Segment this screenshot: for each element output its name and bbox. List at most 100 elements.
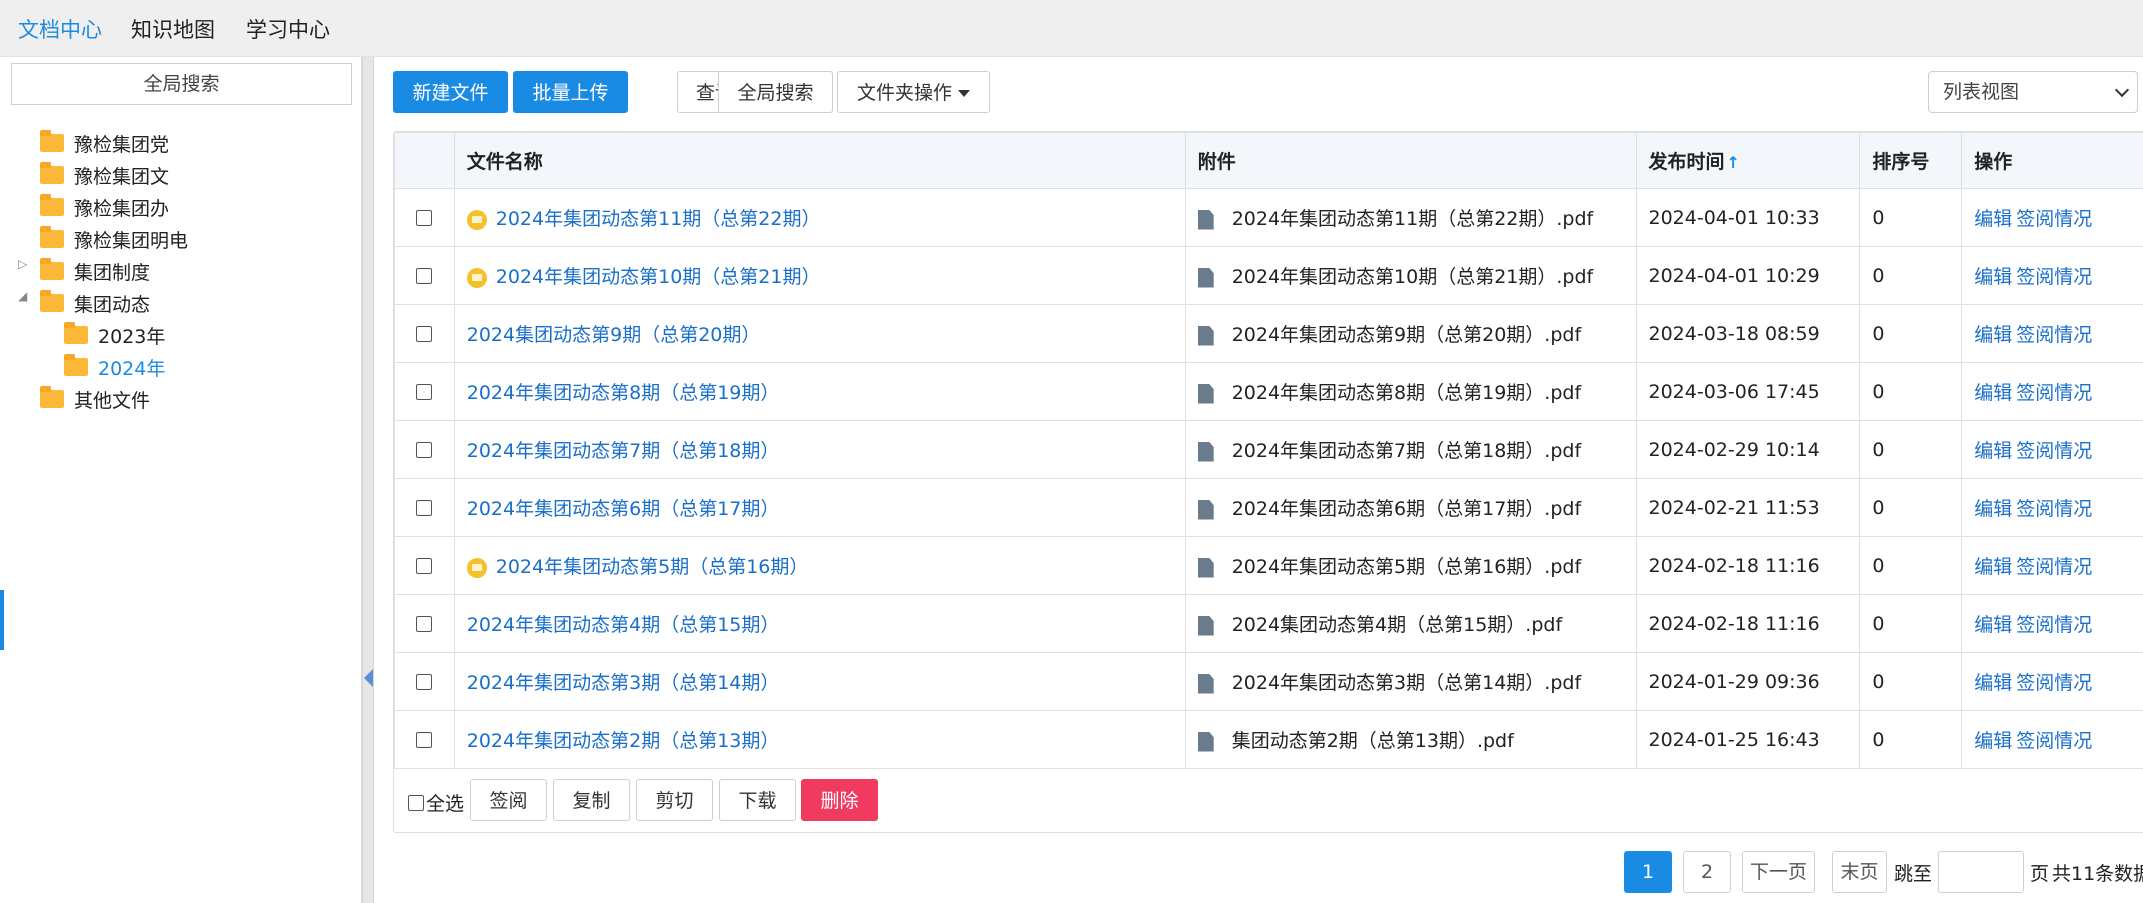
new-file-button[interactable]: 新建文件 — [393, 71, 508, 113]
tree-item-other-files[interactable]: 其他文件 — [40, 385, 150, 413]
expand-toggle-icon[interactable]: ▷ — [18, 257, 27, 271]
cut-button[interactable]: 剪切 — [636, 779, 713, 821]
file-name-link[interactable]: 2024年集团动态第5期（总第16期） — [496, 556, 809, 578]
read-status-link[interactable]: 签阅情况 — [2016, 614, 2092, 636]
attachment-name[interactable]: 2024年集团动态第3期（总第14期）.pdf — [1232, 672, 1581, 694]
row-checkbox-cell — [394, 188, 455, 247]
row-checkbox[interactable] — [416, 384, 433, 400]
attachment-name[interactable]: 2024年集团动态第9期（总第20期）.pdf — [1232, 324, 1581, 346]
actions-cell: 编辑 签阅情况 — [1961, 594, 2143, 653]
chevron-down-icon — [2114, 82, 2130, 98]
edit-link[interactable]: 编辑 — [1974, 556, 2012, 578]
tree-item-2024[interactable]: 2024年 — [64, 353, 165, 381]
next-page-button[interactable]: 下一页 — [1742, 851, 1815, 893]
header-file-name[interactable]: 文件名称 — [453, 132, 1186, 189]
page-unit-label: 页 — [2030, 863, 2050, 885]
read-status-link[interactable]: 签阅情况 — [2016, 382, 2092, 404]
tree-item-label: 豫检集团明电 — [74, 229, 189, 252]
batch-upload-button[interactable]: 批量上传 — [513, 71, 628, 113]
read-status-link[interactable]: 签阅情况 — [2016, 266, 2092, 288]
edit-link[interactable]: 编辑 — [1974, 382, 2012, 404]
nav-document-center[interactable]: 文档中心 — [18, 14, 102, 44]
publish-time-cell: 2024-04-01 10:33 — [1635, 188, 1861, 247]
attachment-name[interactable]: 2024年集团动态第10期（总第21期）.pdf — [1232, 266, 1594, 288]
tree-item-yujian-party[interactable]: 豫检集团党 — [40, 129, 169, 157]
attachment-name[interactable]: 集团动态第2期（总第13期）.pdf — [1232, 730, 1514, 752]
read-status-link[interactable]: 签阅情况 — [2016, 672, 2092, 694]
collapse-toggle-icon[interactable]: ◢ — [18, 289, 27, 303]
attachment-name[interactable]: 2024年集团动态第7期（总第18期）.pdf — [1232, 440, 1581, 462]
edit-link[interactable]: 编辑 — [1974, 730, 2012, 752]
read-status-link[interactable]: 签阅情况 — [2016, 730, 2092, 752]
header-publish-time[interactable]: 发布时间 ↑ — [1635, 132, 1861, 189]
tree-item-yujian-telegram[interactable]: 豫检集团明电 — [40, 225, 188, 253]
read-status-link[interactable]: 签阅情况 — [2016, 440, 2092, 462]
row-checkbox[interactable] — [416, 616, 433, 632]
unread-mail-icon — [466, 557, 487, 578]
row-checkbox[interactable] — [416, 674, 433, 690]
attachment-name[interactable]: 2024集团动态第4期（总第15期）.pdf — [1232, 614, 1562, 636]
edit-link[interactable]: 编辑 — [1974, 440, 2012, 462]
copy-button[interactable]: 复制 — [553, 779, 630, 821]
edit-link[interactable]: 编辑 — [1974, 672, 2012, 694]
file-name-link[interactable]: 2024年集团动态第2期（总第13期） — [467, 730, 780, 752]
sidebar-splitter[interactable] — [362, 57, 374, 903]
jump-page-input[interactable] — [1938, 851, 2024, 893]
sort-ascending-icon[interactable]: ↑ — [1727, 153, 1740, 172]
collapse-sidebar-arrow-icon[interactable] — [364, 669, 373, 687]
delete-button[interactable]: 删除 — [801, 779, 878, 821]
tree-item-2023[interactable]: 2023年 — [64, 321, 165, 349]
attachment-name[interactable]: 2024年集团动态第5期（总第16期）.pdf — [1232, 556, 1581, 578]
select-all[interactable]: 全选 — [408, 789, 464, 816]
edit-link[interactable]: 编辑 — [1974, 614, 2012, 636]
nav-knowledge-map[interactable]: 知识地图 — [131, 14, 215, 44]
file-name-link[interactable]: 2024年集团动态第8期（总第19期） — [467, 382, 780, 404]
tree-item-group-news[interactable]: 集团动态 — [40, 289, 150, 317]
row-checkbox[interactable] — [416, 210, 433, 226]
read-status-link[interactable]: 签阅情况 — [2016, 208, 2092, 230]
sign-read-button[interactable]: 签阅 — [470, 779, 547, 821]
page-1-button[interactable]: 1 — [1624, 851, 1672, 893]
read-status-link[interactable]: 签阅情况 — [2016, 324, 2092, 346]
last-page-button[interactable]: 末页 — [1832, 851, 1887, 893]
row-checkbox[interactable] — [416, 500, 433, 516]
row-checkbox[interactable] — [416, 326, 433, 342]
sidebar-global-search-button[interactable]: 全局搜索 — [11, 63, 352, 105]
attachment-cell: 2024年集团动态第9期（总第20期）.pdf — [1184, 304, 1637, 363]
row-checkbox[interactable] — [416, 268, 433, 284]
file-name-link[interactable]: 2024年集团动态第10期（总第21期） — [496, 266, 821, 288]
edit-link[interactable]: 编辑 — [1974, 324, 2012, 346]
global-search-button[interactable]: 全局搜索 — [718, 71, 833, 113]
file-name-link[interactable]: 2024年集团动态第6期（总第17期） — [467, 498, 780, 520]
tree-item-yujian-office[interactable]: 豫检集团办 — [40, 193, 169, 221]
file-name-link[interactable]: 2024年集团动态第4期（总第15期） — [467, 614, 780, 636]
publish-time-cell: 2024-03-18 08:59 — [1635, 304, 1861, 363]
table-row: 2024年集团动态第4期（总第15期） 2024集团动态第4期（总第15期）.pd… — [394, 594, 2143, 653]
download-button[interactable]: 下载 — [719, 779, 796, 821]
tree-item-group-rules[interactable]: 集团制度 — [40, 257, 150, 285]
nav-learning-center[interactable]: 学习中心 — [246, 14, 330, 44]
file-name-link[interactable]: 2024年集团动态第11期（总第22期） — [496, 208, 821, 230]
file-name-link[interactable]: 2024年集团动态第3期（总第14期） — [467, 672, 780, 694]
row-checkbox[interactable] — [416, 732, 433, 748]
edit-link[interactable]: 编辑 — [1974, 208, 2012, 230]
edit-link[interactable]: 编辑 — [1974, 266, 2012, 288]
folder-operations-button[interactable]: 文件夹操作 — [837, 71, 990, 113]
attachment-name[interactable]: 2024年集团动态第6期（总第17期）.pdf — [1232, 498, 1581, 520]
file-name-link[interactable]: 2024集团动态第9期（总第20期） — [467, 324, 761, 346]
attachment-cell: 2024年集团动态第3期（总第14期）.pdf — [1184, 652, 1637, 711]
file-name-link[interactable]: 2024年集团动态第7期（总第18期） — [467, 440, 780, 462]
row-checkbox[interactable] — [416, 442, 433, 458]
attachment-name[interactable]: 2024年集团动态第8期（总第19期）.pdf — [1232, 382, 1581, 404]
read-status-link[interactable]: 签阅情况 — [2016, 556, 2092, 578]
tree-item-yujian-docs[interactable]: 豫检集团文 — [40, 161, 169, 189]
select-all-checkbox[interactable] — [408, 794, 424, 811]
header-publish-time-label: 发布时间 — [1648, 151, 1725, 173]
row-checkbox[interactable] — [416, 558, 433, 574]
read-status-link[interactable]: 签阅情况 — [2016, 498, 2092, 520]
edit-link[interactable]: 编辑 — [1974, 498, 2012, 520]
actions-cell: 编辑 签阅情况 — [1961, 710, 2143, 769]
view-mode-select[interactable]: 列表视图 — [1928, 71, 2138, 113]
page-2-button[interactable]: 2 — [1683, 851, 1731, 893]
attachment-name[interactable]: 2024年集团动态第11期（总第22期）.pdf — [1232, 208, 1594, 230]
